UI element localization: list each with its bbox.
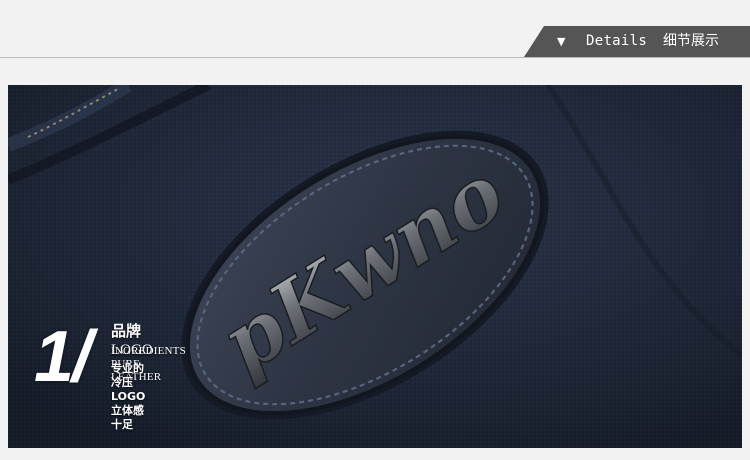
section-number: 1/: [34, 317, 92, 397]
triangle-down-icon: ▼: [557, 35, 566, 48]
details-label-cn: 细节展示: [663, 33, 719, 49]
caption-title-cn: 品牌: [111, 322, 142, 340]
caption-subtitle-cn: 专业的冷压LOGO立体感十足: [111, 362, 146, 431]
details-section-tab: ▼ Details 细节展示: [524, 26, 750, 57]
header-divider: [0, 57, 750, 58]
product-detail-photo: pKwno 1/ 品牌LOGO INGREDIENTS PURE LEATHER…: [8, 85, 742, 448]
details-label-en: Details: [586, 33, 648, 49]
